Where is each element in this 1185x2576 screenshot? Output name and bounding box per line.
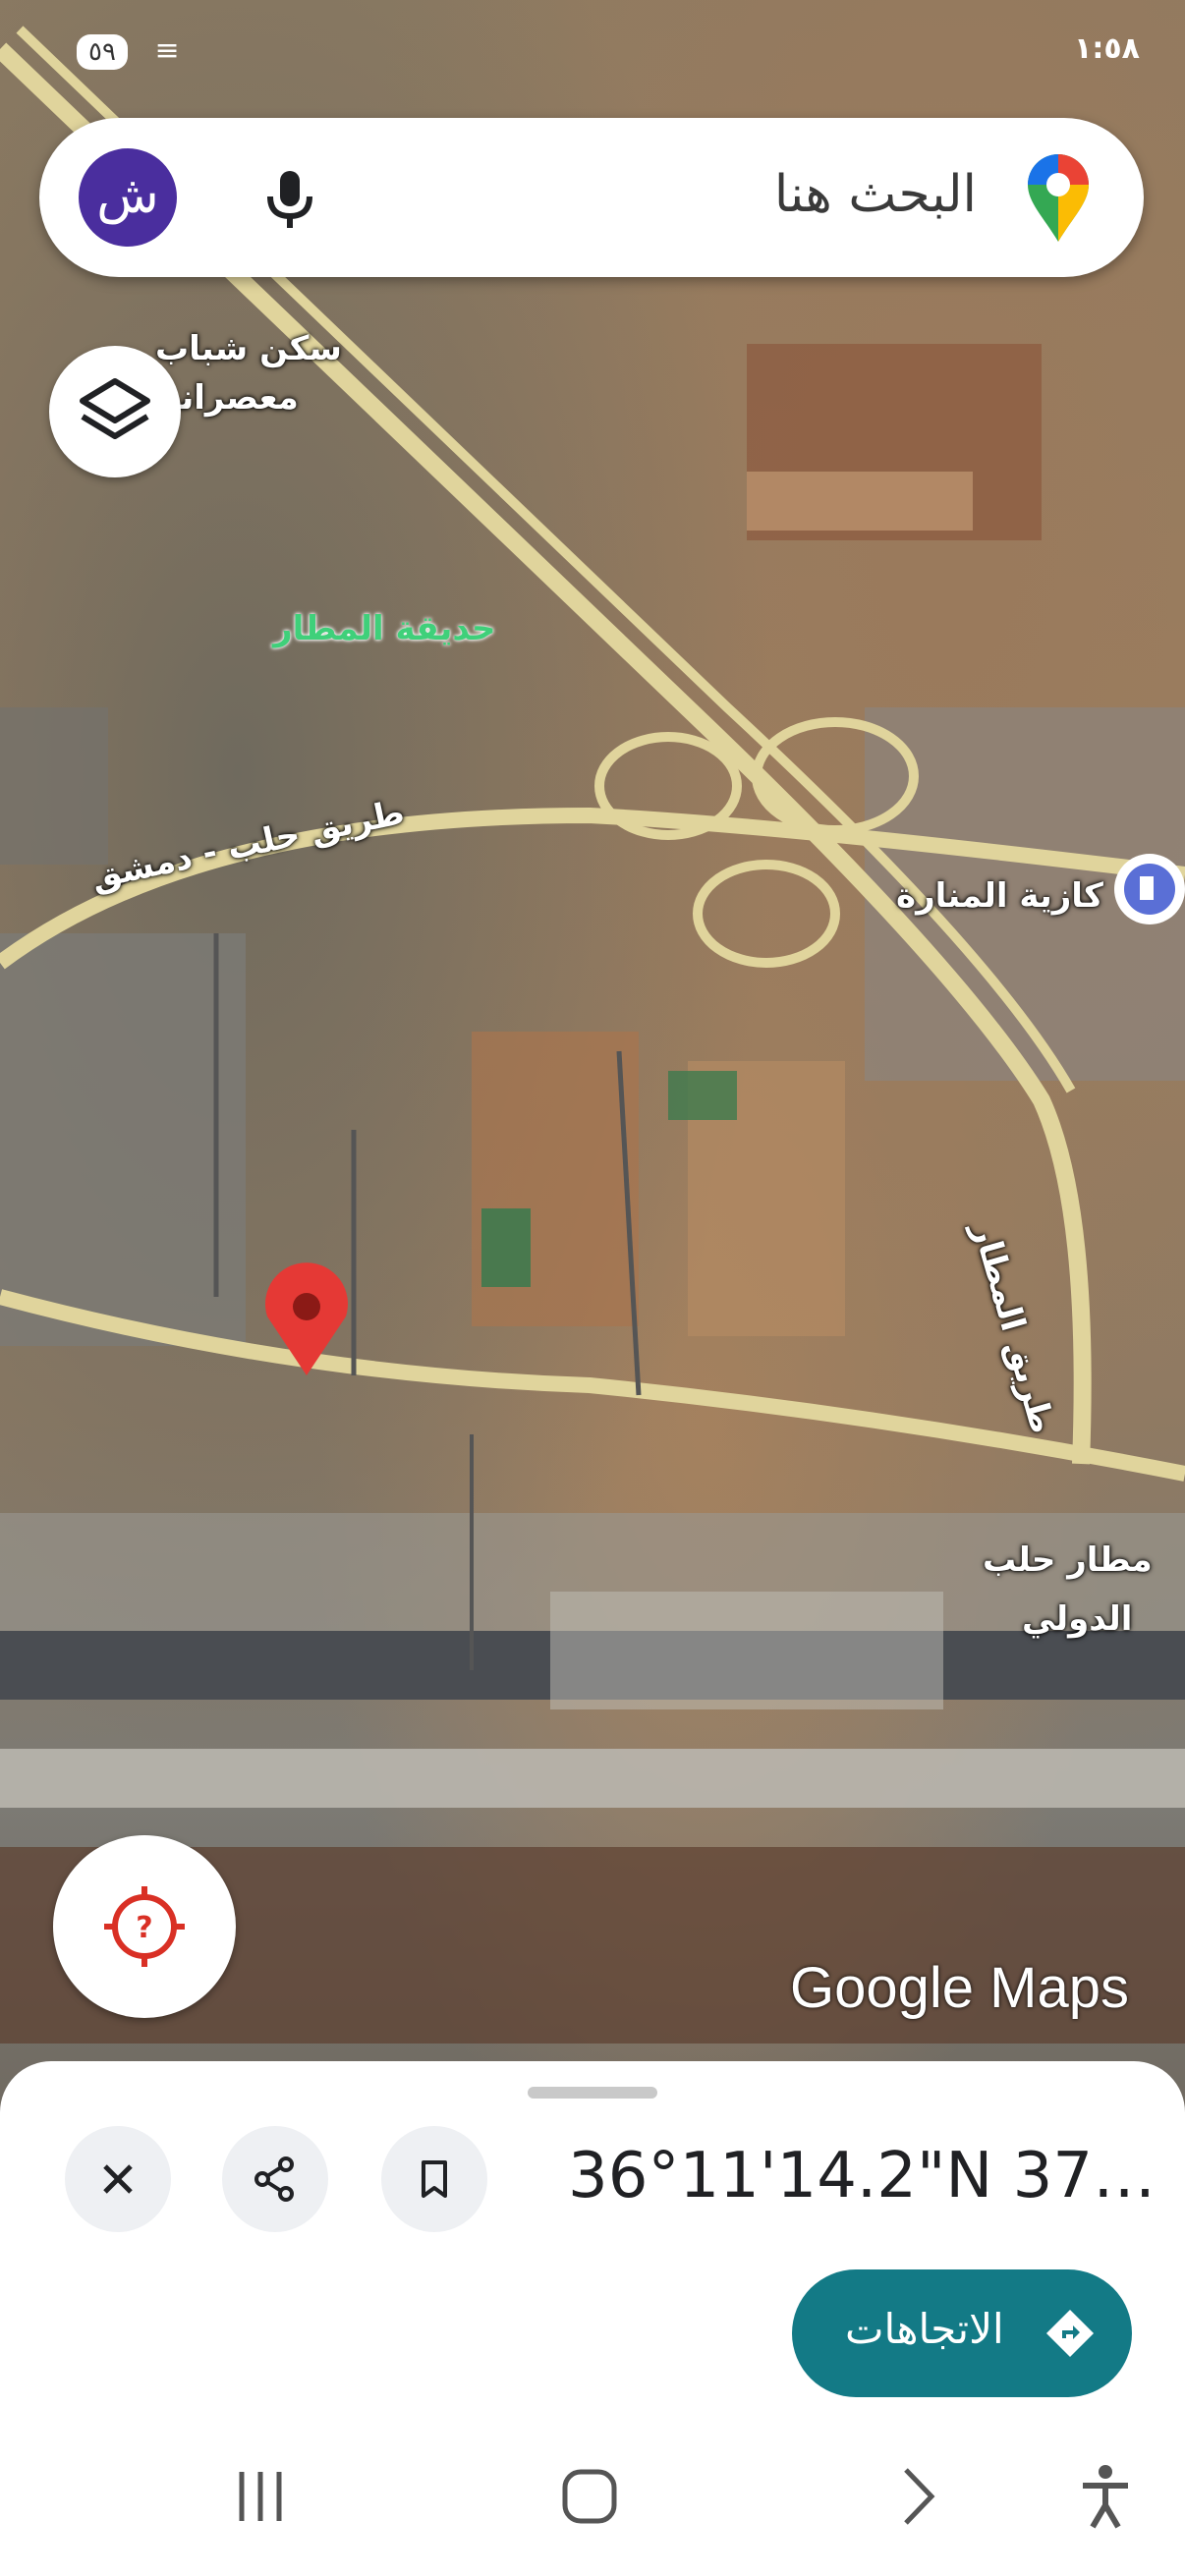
location-question-icon: ?: [104, 1886, 185, 1967]
map-label-aleppo-airport-line2: الدولي: [1022, 1599, 1133, 1639]
map-label-aleppo-airport-line1: مطار حلب: [983, 1540, 1153, 1580]
close-button[interactable]: [65, 2126, 171, 2232]
home-icon[interactable]: [555, 2462, 624, 2531]
map-label-manara-station: كازية المنارة: [896, 876, 1103, 916]
back-icon[interactable]: [884, 2462, 953, 2531]
close-icon: [103, 2164, 133, 2194]
status-left-icons: ٥٩ ≡: [77, 33, 180, 70]
system-navigation-bar: [0, 2413, 1185, 2576]
bookmark-icon: [422, 2160, 447, 2198]
search-input[interactable]: البحث هنا: [774, 165, 977, 224]
directions-label: الاتجاهات: [845, 2305, 1004, 2353]
google-maps-logo-icon: [1028, 154, 1089, 242]
mic-icon[interactable]: [251, 159, 329, 238]
status-time: ١:٥٨: [1074, 31, 1140, 66]
svg-text:?: ?: [136, 1911, 152, 1945]
save-button[interactable]: [381, 2126, 487, 2232]
drag-handle[interactable]: [528, 2087, 657, 2099]
status-badge: ٥٩: [77, 34, 128, 70]
share-button[interactable]: [222, 2126, 328, 2232]
place-coordinates: 36°11'14.2"N 37°1...: [568, 2140, 1157, 2212]
recent-apps-icon[interactable]: [226, 2462, 295, 2531]
google-maps-watermark: Google Maps: [790, 1956, 1129, 2020]
avatar[interactable]: ش: [79, 148, 177, 247]
search-bar[interactable]: ش البحث هنا: [39, 118, 1144, 277]
directions-button[interactable]: الاتجاهات: [792, 2269, 1132, 2397]
accessibility-icon[interactable]: [1071, 2462, 1140, 2531]
my-location-button[interactable]: ?: [53, 1835, 236, 2018]
wifi-icon: ≡: [154, 33, 180, 68]
share-icon: [254, 2156, 294, 2202]
map-label-youth-housing: سكن شباب: [155, 329, 342, 368]
layers-button[interactable]: [49, 346, 181, 477]
map-label-airport-park: حديقة المطار: [273, 609, 496, 648]
directions-icon: [1045, 2309, 1095, 2358]
layers-icon: [80, 378, 150, 439]
status-bar: ٥٩ ≡ ١:٥٨: [0, 0, 1185, 98]
